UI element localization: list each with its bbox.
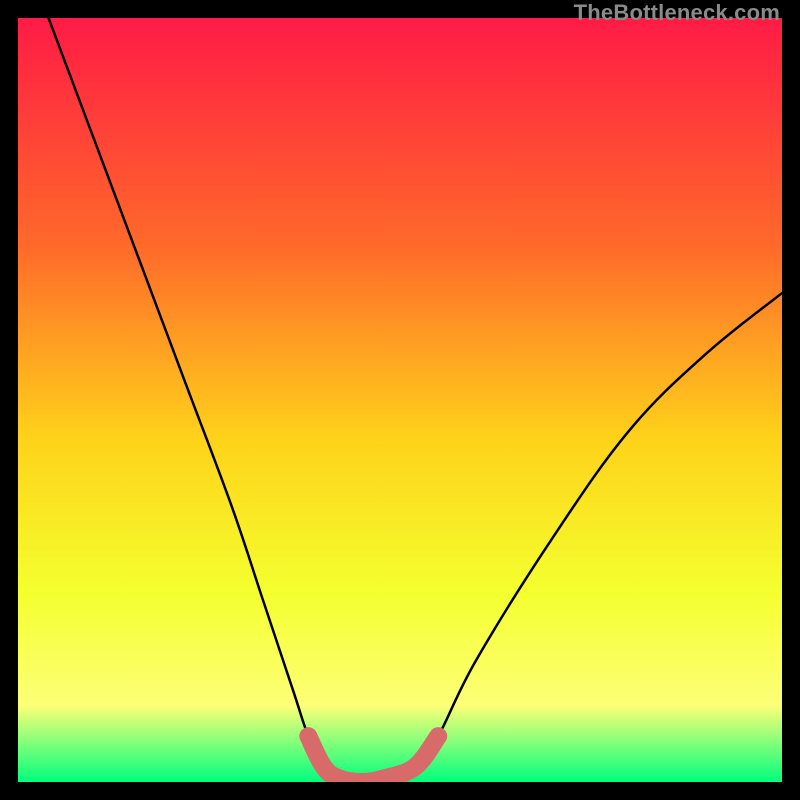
watermark-text: TheBottleneck.com [574,0,780,26]
chart-frame [18,18,782,782]
bottleneck-chart [18,18,782,782]
chart-background [18,18,782,782]
